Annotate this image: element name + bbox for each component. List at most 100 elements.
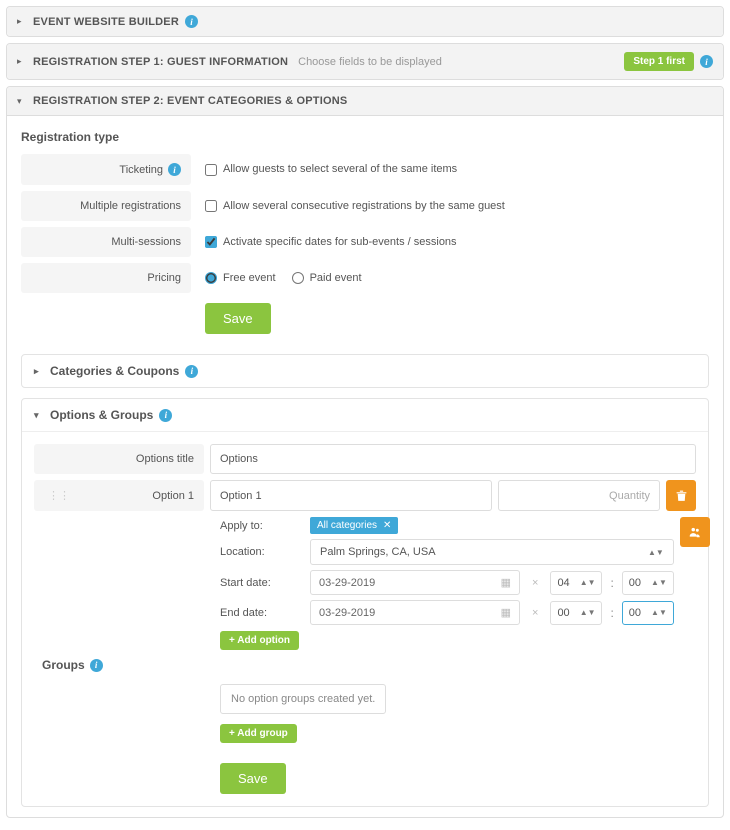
checkbox-text: Allow guests to select several of the sa… (223, 163, 457, 175)
time-colon: : (610, 576, 613, 590)
multisessions-checkbox[interactable] (205, 236, 217, 248)
calendar-icon: ▦ (501, 576, 511, 589)
delete-option-button[interactable] (666, 480, 696, 511)
close-icon[interactable]: ✕ (383, 520, 391, 531)
subpanel-title: Options & Groups (50, 408, 153, 422)
save-button[interactable]: Save (205, 303, 271, 334)
groups-body: No option groups created yet. + Add grou… (34, 684, 696, 794)
sort-icon: ▲▼ (580, 608, 596, 617)
location-input[interactable]: Palm Springs, CA, USA ▲▼ (310, 539, 674, 565)
info-icon[interactable]: i (185, 365, 198, 378)
info-icon[interactable]: i (159, 409, 172, 422)
sort-icon: ▲▼ (648, 548, 664, 557)
panel-header-step1[interactable]: ▸ REGISTRATION STEP 1: GUEST INFORMATION… (7, 44, 723, 79)
pricing-free-label[interactable]: Free event (205, 272, 276, 284)
row-start-date: Start date: 03-29-2019 ▦ × 04▲▼ : 00 ▲▼ (34, 570, 674, 595)
row-option-1: ⋮⋮ Option 1 (34, 480, 696, 511)
sort-icon: ▲▼ (651, 578, 667, 587)
registration-type-section: Registration type Ticketing i Allow gues… (7, 116, 723, 354)
label-end-date: End date: (220, 607, 302, 619)
start-date-input[interactable]: 03-29-2019 ▦ (310, 570, 520, 595)
drag-handle-icon[interactable]: ⋮⋮ (44, 489, 74, 502)
subpanel-categories: ▸ Categories & Coupons i (21, 354, 709, 388)
pricing-paid-label[interactable]: Paid event (292, 272, 362, 284)
sort-icon: ▲▼ (651, 608, 667, 617)
hour-value: 00 (557, 607, 569, 619)
option-quantity-input[interactable] (498, 480, 660, 511)
ticketing-checkbox-label[interactable]: Allow guests to select several of the sa… (205, 163, 457, 175)
label-text: Option 1 (152, 490, 194, 502)
start-hour-select[interactable]: 04▲▼ (550, 571, 602, 595)
label-multisessions: Multi-sessions (21, 227, 191, 257)
groups-empty-state: No option groups created yet. (220, 684, 386, 714)
subpanel-header-categories[interactable]: ▸ Categories & Coupons i (22, 355, 708, 387)
start-minute-select[interactable]: 00 ▲▼ (622, 571, 674, 595)
label-options-title: Options title (34, 444, 204, 474)
chevron-right-icon: ▸ (34, 366, 44, 377)
groups-heading: Groups i (42, 658, 696, 672)
radio-text: Paid event (310, 272, 362, 284)
option-name-input[interactable] (210, 480, 492, 511)
hour-value: 04 (557, 577, 569, 589)
label-text: Ticketing (119, 164, 163, 176)
row-ticketing: Ticketing i Allow guests to select sever… (21, 154, 709, 185)
assign-category-button[interactable] (680, 517, 710, 547)
end-minute-select[interactable]: 00▲▼ (622, 601, 674, 625)
panel-subtitle: Choose fields to be displayed (298, 56, 442, 68)
panel-header-step2[interactable]: ▾ REGISTRATION STEP 2: EVENT CATEGORIES … (7, 87, 723, 116)
label-text: Pricing (147, 272, 181, 284)
panel-title: REGISTRATION STEP 1: GUEST INFORMATION (33, 56, 288, 68)
panel-header-website[interactable]: ▸ EVENT WEBSITE BUILDER i (7, 7, 723, 36)
chevron-down-icon: ▾ (17, 96, 27, 107)
info-icon[interactable]: i (90, 659, 103, 672)
info-icon[interactable]: i (185, 15, 198, 28)
step1-first-badge[interactable]: Step 1 first (624, 52, 694, 71)
subpanel-options-groups: ▾ Options & Groups i Options title ⋮⋮ Op… (21, 398, 709, 807)
row-end-date: End date: 03-29-2019 ▦ × 00▲▼ : 00▲▼ (34, 600, 674, 625)
tag-text: All categories (317, 520, 377, 531)
panel-step1: ▸ REGISTRATION STEP 1: GUEST INFORMATION… (6, 43, 724, 80)
panel-website-builder: ▸ EVENT WEBSITE BUILDER i (6, 6, 724, 37)
minute-value: 00 (629, 577, 641, 589)
ticketing-checkbox[interactable] (205, 164, 217, 176)
users-icon (688, 525, 702, 539)
options-title-input[interactable] (210, 444, 696, 474)
date-value: 03-29-2019 (319, 607, 375, 619)
multiple-checkbox-label[interactable]: Allow several consecutive registrations … (205, 200, 505, 212)
location-value: Palm Springs, CA, USA (320, 546, 436, 558)
chevron-down-icon: ▾ (34, 410, 44, 421)
panel-title: REGISTRATION STEP 2: EVENT CATEGORIES & … (33, 95, 347, 107)
info-icon[interactable]: i (700, 55, 713, 68)
date-value: 03-29-2019 (319, 577, 375, 589)
row-location: Location: Palm Springs, CA, USA ▲▼ (34, 539, 674, 565)
radio-text: Free event (223, 272, 276, 284)
option-details-wrap: Apply to: All categories ✕ Location: Pal… (34, 517, 696, 650)
save-button[interactable]: Save (220, 763, 286, 794)
end-hour-select[interactable]: 00 ▲▼ (550, 601, 602, 625)
label-ticketing: Ticketing i (21, 154, 191, 185)
panel-title: EVENT WEBSITE BUILDER (33, 16, 179, 28)
subpanel-title: Categories & Coupons (50, 364, 179, 378)
clear-icon[interactable]: × (528, 607, 542, 619)
add-group-button[interactable]: + Add group (220, 724, 297, 743)
trash-icon (675, 489, 688, 502)
end-date-input[interactable]: 03-29-2019 ▦ (310, 600, 520, 625)
panel-step2: ▾ REGISTRATION STEP 2: EVENT CATEGORIES … (6, 86, 724, 818)
label-start-date: Start date: (220, 577, 302, 589)
add-option-button[interactable]: + Add option (220, 631, 299, 650)
pricing-paid-radio[interactable] (292, 272, 304, 284)
subpanel-header-options[interactable]: ▾ Options & Groups i (22, 399, 708, 432)
apply-to-tag[interactable]: All categories ✕ (310, 517, 398, 534)
label-apply-to: Apply to: (220, 520, 302, 532)
groups-title-text: Groups (42, 658, 85, 672)
time-colon: : (610, 606, 613, 620)
section-heading: Registration type (21, 130, 709, 144)
multisessions-checkbox-label[interactable]: Activate specific dates for sub-events /… (205, 236, 457, 248)
info-icon[interactable]: i (168, 163, 181, 176)
pricing-free-radio[interactable] (205, 272, 217, 284)
row-pricing: Pricing Free event Paid event (21, 263, 709, 293)
label-option-1: ⋮⋮ Option 1 (34, 480, 204, 511)
multiple-checkbox[interactable] (205, 200, 217, 212)
label-pricing: Pricing (21, 263, 191, 293)
clear-icon[interactable]: × (528, 577, 542, 589)
